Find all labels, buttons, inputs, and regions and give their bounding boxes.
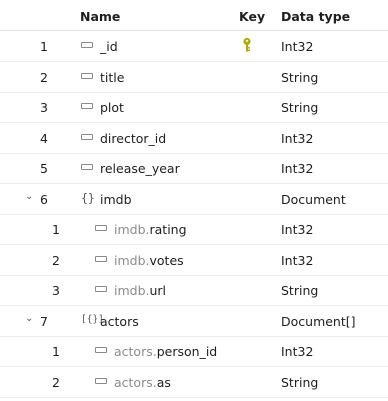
field-name[interactable]: imdb.url bbox=[114, 283, 166, 298]
column-header-name[interactable]: Name bbox=[80, 9, 120, 24]
field-icon bbox=[95, 225, 107, 231]
field-path-prefix: actors. bbox=[114, 374, 157, 390]
key-icon bbox=[243, 37, 251, 52]
field-name[interactable]: imdb bbox=[100, 192, 132, 207]
nested-field-row[interactable]: 1 imdb.rating Int32 bbox=[0, 214, 388, 245]
row-number: 1 bbox=[40, 39, 48, 54]
field-row[interactable]: 4 director_id Int32 bbox=[0, 123, 388, 154]
nested-field-row[interactable]: 2 imdb.votes Int32 bbox=[0, 245, 388, 276]
nested-field-row[interactable]: 2 actors.as String bbox=[0, 367, 388, 398]
row-number: 6 bbox=[40, 191, 48, 207]
row-number: 7 bbox=[40, 313, 48, 329]
field-icon bbox=[95, 255, 107, 262]
data-type-cell[interactable]: String bbox=[281, 100, 318, 115]
field-row[interactable]: 5 release_year Int32 bbox=[0, 153, 388, 184]
field-name[interactable]: imdb.votes bbox=[114, 253, 184, 268]
field-name-text: imdb bbox=[100, 191, 132, 207]
row-number: 5 bbox=[40, 161, 48, 176]
field-row[interactable]: 3 plot String bbox=[0, 92, 388, 123]
field-icon bbox=[81, 164, 93, 170]
field-icon bbox=[81, 133, 93, 140]
field-name[interactable]: _id bbox=[100, 39, 118, 54]
row-number: 4 bbox=[40, 130, 48, 146]
data-type-cell[interactable]: Int32 bbox=[281, 131, 313, 146]
field-name[interactable]: director_id bbox=[100, 131, 166, 146]
row-number: 3 bbox=[52, 283, 60, 298]
data-type-cell[interactable]: Int32 bbox=[281, 222, 313, 237]
grid-header: Name Key Data type bbox=[0, 0, 388, 31]
data-type-cell[interactable]: String bbox=[281, 375, 318, 390]
column-header-key[interactable]: Key bbox=[239, 9, 265, 24]
field-name[interactable]: actors.person_id bbox=[114, 344, 217, 359]
field-name-text: actors bbox=[100, 313, 139, 329]
field-path-prefix: actors. bbox=[114, 344, 157, 359]
field-name[interactable]: plot bbox=[100, 100, 124, 115]
row-number: 2 bbox=[52, 374, 60, 390]
field-icon bbox=[81, 42, 93, 48]
field-name[interactable]: actors.as bbox=[114, 375, 171, 390]
field-path-prefix: imdb. bbox=[114, 283, 150, 298]
field-name-text: person_id bbox=[156, 344, 218, 359]
field-name-text: director_id bbox=[100, 130, 167, 146]
field-name[interactable]: title bbox=[100, 70, 124, 85]
row-number: 3 bbox=[40, 100, 48, 115]
field-row[interactable]: ⌄ 6{} imdb Document bbox=[0, 184, 388, 215]
field-name-text: release_year bbox=[100, 161, 180, 176]
row-number: 2 bbox=[40, 69, 48, 85]
row-number: 1 bbox=[52, 222, 60, 237]
data-type-cell[interactable]: String bbox=[281, 70, 318, 85]
field-icon bbox=[81, 103, 93, 109]
field-icon bbox=[95, 377, 107, 384]
field-name-text: as bbox=[156, 374, 171, 390]
field-name-text: url bbox=[149, 283, 167, 298]
braces-icon: {} bbox=[81, 190, 95, 205]
field-path-prefix: imdb. bbox=[114, 222, 150, 237]
field-icon bbox=[81, 72, 93, 79]
field-icon bbox=[95, 347, 107, 353]
field-icon bbox=[95, 286, 107, 292]
data-type-cell[interactable]: Int32 bbox=[281, 344, 313, 359]
field-name[interactable]: actors bbox=[100, 314, 139, 329]
nested-field-row[interactable]: 3 imdb.url String bbox=[0, 275, 388, 306]
data-type-cell[interactable]: Int32 bbox=[281, 253, 313, 268]
field-name-text: rating bbox=[149, 222, 187, 237]
field-name[interactable]: imdb.rating bbox=[114, 222, 187, 237]
row-number: 1 bbox=[52, 344, 60, 359]
nested-field-row[interactable]: 1 actors.person_id Int32 bbox=[0, 336, 388, 367]
field-name-text: votes bbox=[149, 252, 184, 268]
field-path-prefix: imdb. bbox=[114, 252, 150, 268]
data-type-cell[interactable]: Int32 bbox=[281, 39, 313, 54]
data-type-cell[interactable]: Document bbox=[281, 192, 346, 207]
data-type-cell[interactable]: Int32 bbox=[281, 161, 313, 176]
field-name-text: title bbox=[100, 69, 125, 85]
row-number: 2 bbox=[52, 252, 60, 268]
field-row[interactable]: 2 title String bbox=[0, 62, 388, 93]
data-type-cell[interactable]: Document[] bbox=[281, 314, 356, 329]
data-type-cell[interactable]: String bbox=[281, 283, 318, 298]
field-name-text: plot bbox=[100, 100, 124, 115]
field-row[interactable]: 1 _id Int32 bbox=[0, 31, 388, 62]
field-name-text: _id bbox=[100, 39, 118, 54]
field-row[interactable]: ⌄ 7[{}] actors Document[] bbox=[0, 306, 388, 337]
column-header-data-type[interactable]: Data type bbox=[281, 9, 350, 24]
field-name[interactable]: release_year bbox=[100, 161, 180, 176]
